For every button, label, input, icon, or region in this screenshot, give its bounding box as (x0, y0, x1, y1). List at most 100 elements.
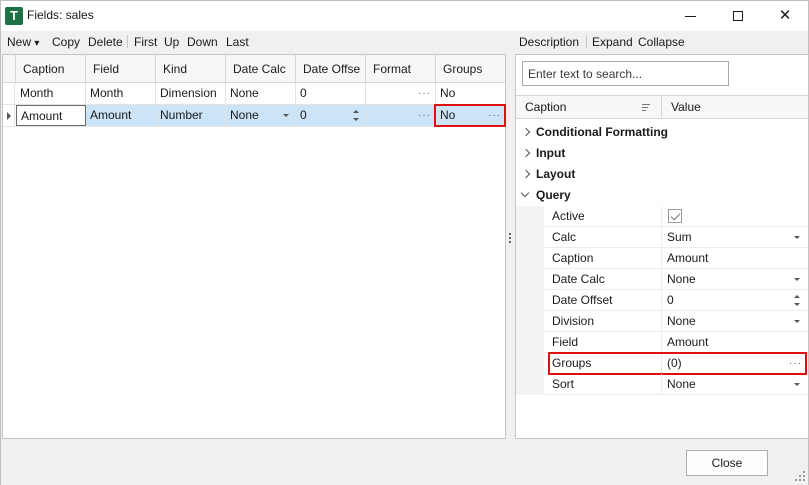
spin-down-icon[interactable] (353, 118, 359, 121)
column-header-caption[interactable]: Caption (16, 55, 86, 83)
property-value[interactable]: Amount (662, 332, 808, 353)
column-header-groups[interactable]: Groups (436, 55, 505, 83)
category-label: Layout (536, 167, 576, 181)
last-button[interactable]: Last (226, 35, 249, 49)
header-caption[interactable]: Caption (525, 96, 566, 119)
toolbar-divider (586, 35, 587, 48)
dropdown-arrow-icon[interactable] (794, 278, 800, 281)
row-gutter (516, 269, 544, 290)
property-label: Field (544, 332, 662, 353)
spin-up-icon[interactable] (353, 110, 359, 113)
category-label: Conditional Formatting (536, 125, 668, 139)
table-row[interactable]: Month Month Dimension None 0 ··· No (3, 83, 505, 105)
row-gutter (516, 206, 544, 227)
first-button[interactable]: First (134, 35, 157, 49)
property-row-date-offset[interactable]: Date Offset 0 (516, 290, 808, 311)
maximize-button[interactable] (715, 1, 761, 31)
property-label: Date Calc (544, 269, 662, 290)
minimize-button[interactable] (668, 1, 714, 31)
fields-dialog: T Fields: sales ✕ New ▾ Copy Delete Firs… (0, 0, 809, 485)
property-row-field[interactable]: Field Amount (516, 332, 808, 353)
cell-field[interactable]: Month (86, 83, 156, 104)
table-row[interactable]: Amount Amount Number None 0 ··· No ··· (3, 105, 505, 127)
row-gutter (516, 374, 544, 395)
category-query[interactable]: Query (516, 185, 808, 206)
ellipsis-icon[interactable]: ··· (418, 105, 431, 126)
active-checkbox[interactable] (668, 209, 682, 223)
cell-kind[interactable]: Dimension (156, 83, 226, 104)
copy-button[interactable]: Copy (52, 35, 80, 49)
cell-date-calc[interactable]: None (226, 83, 296, 104)
column-header-format[interactable]: Format (366, 55, 436, 83)
cell-caption[interactable]: Month (16, 83, 86, 104)
property-row-date-calc[interactable]: Date Calc None (516, 269, 808, 290)
cell-format[interactable]: ··· (366, 105, 436, 126)
pane-splitter[interactable] (508, 233, 512, 247)
cell-date-offset[interactable]: 0 (296, 83, 366, 104)
collapse-button[interactable]: Collapse (638, 35, 685, 49)
property-label: Division (544, 311, 662, 332)
property-value[interactable] (662, 206, 808, 227)
down-button[interactable]: Down (187, 35, 218, 49)
chevron-right-icon (521, 169, 531, 179)
dialog-footer: Close (1, 441, 808, 485)
cell-date-calc[interactable]: None (226, 105, 296, 126)
delete-button[interactable]: Delete (88, 35, 123, 49)
category-input[interactable]: Input (516, 143, 808, 164)
title-bar: T Fields: sales ✕ (1, 1, 808, 31)
description-button[interactable]: Description (519, 35, 579, 49)
category-layout[interactable]: Layout (516, 164, 808, 185)
category-conditional-formatting[interactable]: Conditional Formatting (516, 122, 808, 143)
grid-toolbar: New ▾ Copy Delete First Up Down Last (1, 31, 507, 52)
dropdown-arrow-icon[interactable] (794, 383, 800, 386)
property-value[interactable]: None (662, 269, 808, 290)
row-indicator (3, 83, 15, 104)
properties-toolbar: Description Expand Collapse (515, 31, 809, 52)
dropdown-arrow-icon[interactable] (794, 236, 800, 239)
ellipsis-icon[interactable]: ··· (418, 83, 431, 104)
property-row-calc[interactable]: Calc Sum (516, 227, 808, 248)
resize-grip-icon[interactable] (795, 471, 805, 481)
cell-kind[interactable]: Number (156, 105, 226, 126)
expand-button[interactable]: Expand (592, 35, 633, 49)
column-header-date-calc[interactable]: Date Calc (226, 55, 296, 83)
cell-field[interactable]: Amount (86, 105, 156, 126)
row-gutter (516, 332, 544, 353)
property-row-division[interactable]: Division None (516, 311, 808, 332)
column-header-field[interactable]: Field (86, 55, 156, 83)
spin-down-icon[interactable] (794, 303, 800, 306)
search-input[interactable] (522, 61, 729, 86)
property-value[interactable]: Sum (662, 227, 808, 248)
fields-grid[interactable]: Caption Field Kind Date Calc Date Offse … (2, 54, 506, 439)
property-row-caption[interactable]: Caption Amount (516, 248, 808, 269)
cell-format[interactable]: ··· (366, 83, 436, 104)
cell-caption[interactable]: Amount (16, 105, 86, 126)
up-button[interactable]: Up (164, 35, 179, 49)
cell-groups[interactable]: No (436, 83, 505, 104)
cell-date-offset[interactable]: 0 (296, 105, 366, 126)
close-icon: ✕ (778, 7, 792, 24)
property-row-active[interactable]: Active (516, 206, 808, 227)
window-title: Fields: sales (27, 8, 94, 22)
window-close-button[interactable]: ✕ (762, 1, 808, 31)
property-row-sort[interactable]: Sort None (516, 374, 808, 395)
property-value[interactable]: 0 (662, 290, 808, 311)
column-header-kind[interactable]: Kind (156, 55, 226, 83)
dropdown-arrow-icon[interactable] (283, 114, 289, 117)
maximize-icon (733, 11, 743, 21)
dropdown-arrow-icon[interactable] (794, 320, 800, 323)
chevron-right-icon (521, 127, 531, 137)
property-label: Sort (544, 374, 662, 395)
new-button[interactable]: New ▾ (7, 35, 39, 49)
header-value: Value (671, 100, 701, 114)
column-header-date-offset[interactable]: Date Offse (296, 55, 366, 83)
property-value[interactable]: None (662, 311, 808, 332)
property-value[interactable]: None (662, 374, 808, 395)
current-row-arrow-icon (7, 112, 11, 120)
highlight-box (548, 352, 807, 375)
close-button[interactable]: Close (686, 450, 768, 476)
sort-icon[interactable] (642, 104, 650, 112)
property-value[interactable]: Amount (662, 248, 808, 269)
spin-up-icon[interactable] (794, 295, 800, 298)
row-gutter (516, 227, 544, 248)
